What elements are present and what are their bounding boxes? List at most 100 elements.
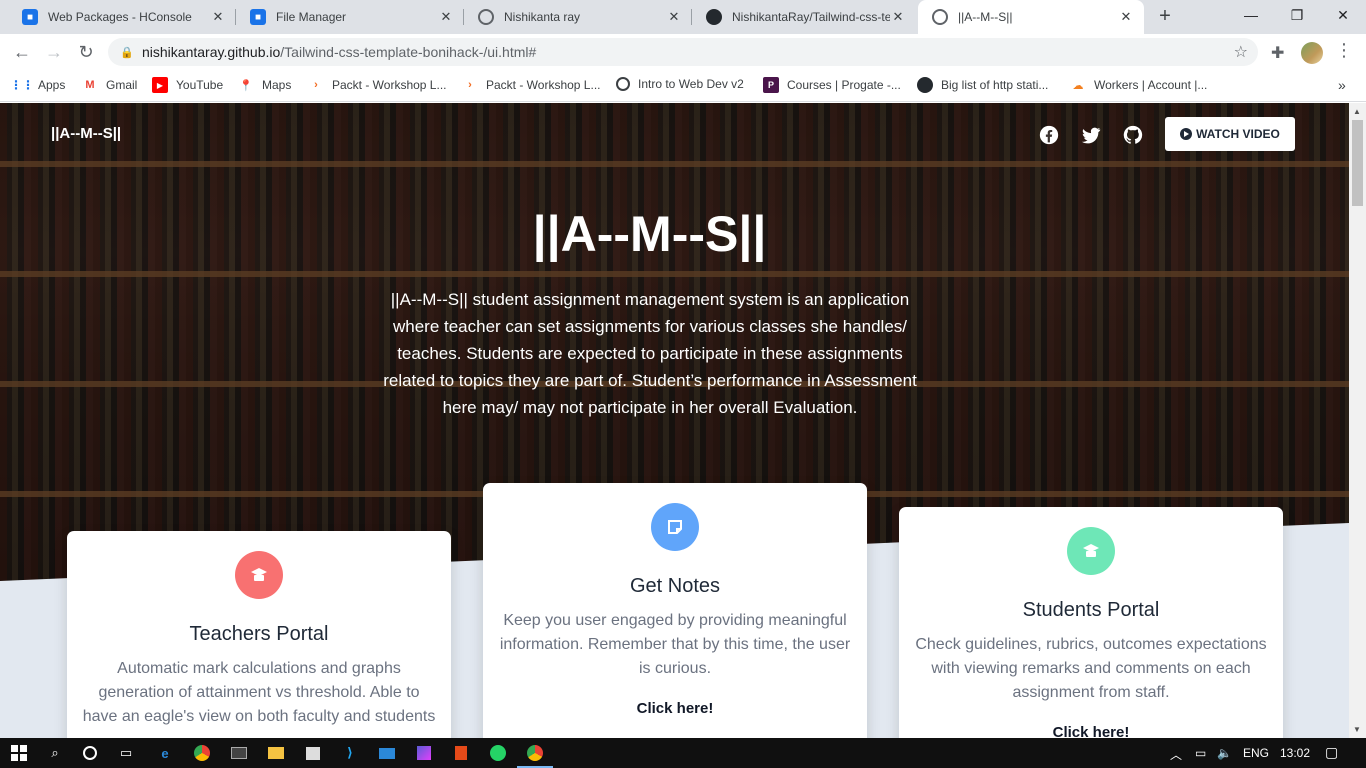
tab-title: ||A--M--S|| xyxy=(958,10,1013,24)
restore-button[interactable]: ❐ xyxy=(1274,0,1320,32)
app-icon[interactable] xyxy=(413,742,435,764)
scroll-up-arrow-icon[interactable]: ▲ xyxy=(1353,107,1361,116)
maps-icon: 📍 xyxy=(239,79,253,92)
url-path: /Tailwind-css-template-bonihack-/ui.html… xyxy=(280,44,537,60)
clock[interactable]: 13:02 xyxy=(1280,746,1310,760)
browser-menu-icon[interactable]: ⋮ xyxy=(1335,40,1353,61)
file-manager-icon: ■ xyxy=(250,9,266,25)
close-tab-icon[interactable]: ✕ xyxy=(1118,9,1134,25)
card-body: Automatic mark calculations and graphs g… xyxy=(82,660,436,725)
click-here-link[interactable]: Click here! xyxy=(899,724,1283,738)
store-icon[interactable] xyxy=(302,742,324,764)
click-here-link[interactable]: Click here! xyxy=(483,700,867,717)
facebook-icon[interactable] xyxy=(1038,124,1060,146)
scrollbar-thumb[interactable] xyxy=(1352,120,1363,206)
lock-icon[interactable]: 🔒 xyxy=(120,46,134,59)
badge xyxy=(651,503,699,551)
tab-title: Web Packages - HConsole xyxy=(48,10,192,24)
close-tab-icon[interactable]: ✕ xyxy=(890,9,906,25)
whatsapp-icon[interactable] xyxy=(487,742,509,764)
globe-icon xyxy=(478,9,494,25)
close-tab-icon[interactable]: ✕ xyxy=(438,9,454,25)
bookmark-workers[interactable]: ☁ Workers | Account |... xyxy=(1070,77,1208,93)
badge xyxy=(1067,527,1115,575)
tab-title: File Manager xyxy=(276,10,347,24)
students-portal-card: Students Portal Check guidelines, rubric… xyxy=(899,507,1283,738)
battery-icon[interactable]: ▭ xyxy=(1195,746,1206,760)
mail-icon[interactable] xyxy=(376,742,398,764)
apps-grid-icon: ⋮⋮ xyxy=(10,78,34,92)
teachers-portal-card: Teachers Portal Automatic mark calculati… xyxy=(67,531,451,738)
cloudflare-icon: ☁ xyxy=(1072,79,1084,92)
scroll-down-arrow-icon[interactable]: ▼ xyxy=(1353,725,1361,734)
browser-tab-active[interactable]: ||A--M--S|| ✕ xyxy=(918,0,1144,34)
terminal-icon[interactable] xyxy=(228,742,250,764)
back-arrow-icon[interactable]: ← xyxy=(8,38,36,66)
bookmark-packt-1[interactable]: › Packt - Workshop L... xyxy=(308,77,446,93)
volume-icon[interactable]: 🔈 xyxy=(1217,746,1232,760)
hero-title: ||A--M--S|| xyxy=(532,206,767,262)
extensions-puzzle-icon[interactable]: ✚ xyxy=(1271,43,1284,63)
bookmark-youtube[interactable]: ▶ YouTube xyxy=(152,77,223,93)
bookmark-progate[interactable]: P Courses | Progate -... xyxy=(763,77,901,93)
office-icon[interactable] xyxy=(450,742,472,764)
search-icon[interactable]: ⌕ xyxy=(44,742,66,764)
browser-tab-nishikanta[interactable]: Nishikanta ray ✕ xyxy=(464,0,692,34)
browser-toolbar: ← → ↻ 🔒 nishikantaray.github.io/Tailwind… xyxy=(0,34,1366,70)
bookmark-intro-web-dev[interactable]: Intro to Web Dev v2 xyxy=(616,77,744,91)
shelf-decoration xyxy=(0,161,1349,167)
graduation-cap-icon xyxy=(251,568,267,581)
bookmark-label: YouTube xyxy=(176,78,224,92)
bookmark-maps[interactable]: 📍 Maps xyxy=(238,77,291,93)
close-tab-icon[interactable]: ✕ xyxy=(666,9,682,25)
site-brand[interactable]: ||A--M--S|| xyxy=(51,125,121,142)
vertical-scrollbar[interactable]: ▲ ▼ xyxy=(1349,103,1366,738)
browser-tab-hconsole[interactable]: ■ Web Packages - HConsole ✕ xyxy=(8,0,236,34)
vscode-icon[interactable]: ⟩ xyxy=(339,742,361,764)
card-body: Keep you user engaged by providing meani… xyxy=(499,612,851,677)
bookmark-packt-2[interactable]: › Packt - Workshop L... xyxy=(462,77,600,93)
reload-icon[interactable]: ↻ xyxy=(72,38,100,66)
github-icon[interactable] xyxy=(1122,124,1144,146)
graduation-cap-icon xyxy=(1083,544,1099,557)
bookmark-gmail[interactable]: M Gmail xyxy=(82,77,137,93)
get-notes-card: Get Notes Keep you user engaged by provi… xyxy=(483,483,867,738)
windows-start-icon[interactable] xyxy=(8,742,30,764)
browser-tab-file-manager[interactable]: ■ File Manager ✕ xyxy=(236,0,464,34)
file-explorer-icon[interactable] xyxy=(265,742,287,764)
card-title: Students Portal xyxy=(1022,599,1160,621)
cortana-icon[interactable] xyxy=(79,742,101,764)
twitter-icon[interactable] xyxy=(1080,124,1102,146)
bookmark-label: Apps xyxy=(38,78,66,92)
bookmark-label: Big list of http stati... xyxy=(941,78,1049,92)
github-icon xyxy=(917,77,933,93)
language-indicator[interactable]: ENG xyxy=(1243,746,1269,760)
profile-avatar[interactable] xyxy=(1301,42,1323,64)
edge-icon[interactable]: e xyxy=(154,742,176,764)
minimize-button[interactable]: — xyxy=(1228,0,1274,32)
bookmarks-bar: ⋮⋮ Apps M Gmail ▶ YouTube 📍 Maps › Packt… xyxy=(0,70,1366,102)
bookmark-label: Workers | Account |... xyxy=(1094,78,1208,92)
windows-taskbar: ⌕ ▭ e ⟩ ︿ ▭ 🔈 ENG 13:02 ▢ xyxy=(0,738,1366,768)
notifications-icon[interactable]: ▢ xyxy=(1325,744,1338,761)
bookmark-label: Courses | Progate -... xyxy=(787,78,901,92)
new-tab-button[interactable]: + xyxy=(1152,4,1178,30)
close-tab-icon[interactable]: ✕ xyxy=(210,9,226,25)
sticky-note-icon xyxy=(668,520,682,534)
youtube-icon: ▶ xyxy=(152,77,168,93)
chrome-active-icon[interactable] xyxy=(524,742,546,764)
chrome-icon[interactable] xyxy=(191,742,213,764)
browser-tab-github[interactable]: NishikantaRay/Tailwind-css-ter ✕ xyxy=(692,0,916,34)
bookmark-star-icon[interactable]: ☆ xyxy=(1234,42,1248,62)
close-window-button[interactable]: ✕ xyxy=(1320,0,1366,32)
tray-chevron-icon[interactable]: ︿ xyxy=(1170,746,1182,763)
globe-icon xyxy=(932,9,948,25)
forward-arrow-icon[interactable]: → xyxy=(40,38,68,66)
bookmarks-overflow-icon[interactable]: » xyxy=(1338,77,1346,93)
address-bar[interactable]: 🔒 nishikantaray.github.io/Tailwind-css-t… xyxy=(108,38,1258,66)
bookmark-apps[interactable]: ⋮⋮ Apps xyxy=(10,77,66,93)
watch-video-button[interactable]: WATCH VIDEO xyxy=(1165,117,1295,151)
bookmark-http-status[interactable]: Big list of http stati... xyxy=(917,77,1048,93)
task-view-icon[interactable]: ▭ xyxy=(115,742,137,764)
tab-strip: ■ Web Packages - HConsole ✕ ■ File Manag… xyxy=(0,0,1366,34)
